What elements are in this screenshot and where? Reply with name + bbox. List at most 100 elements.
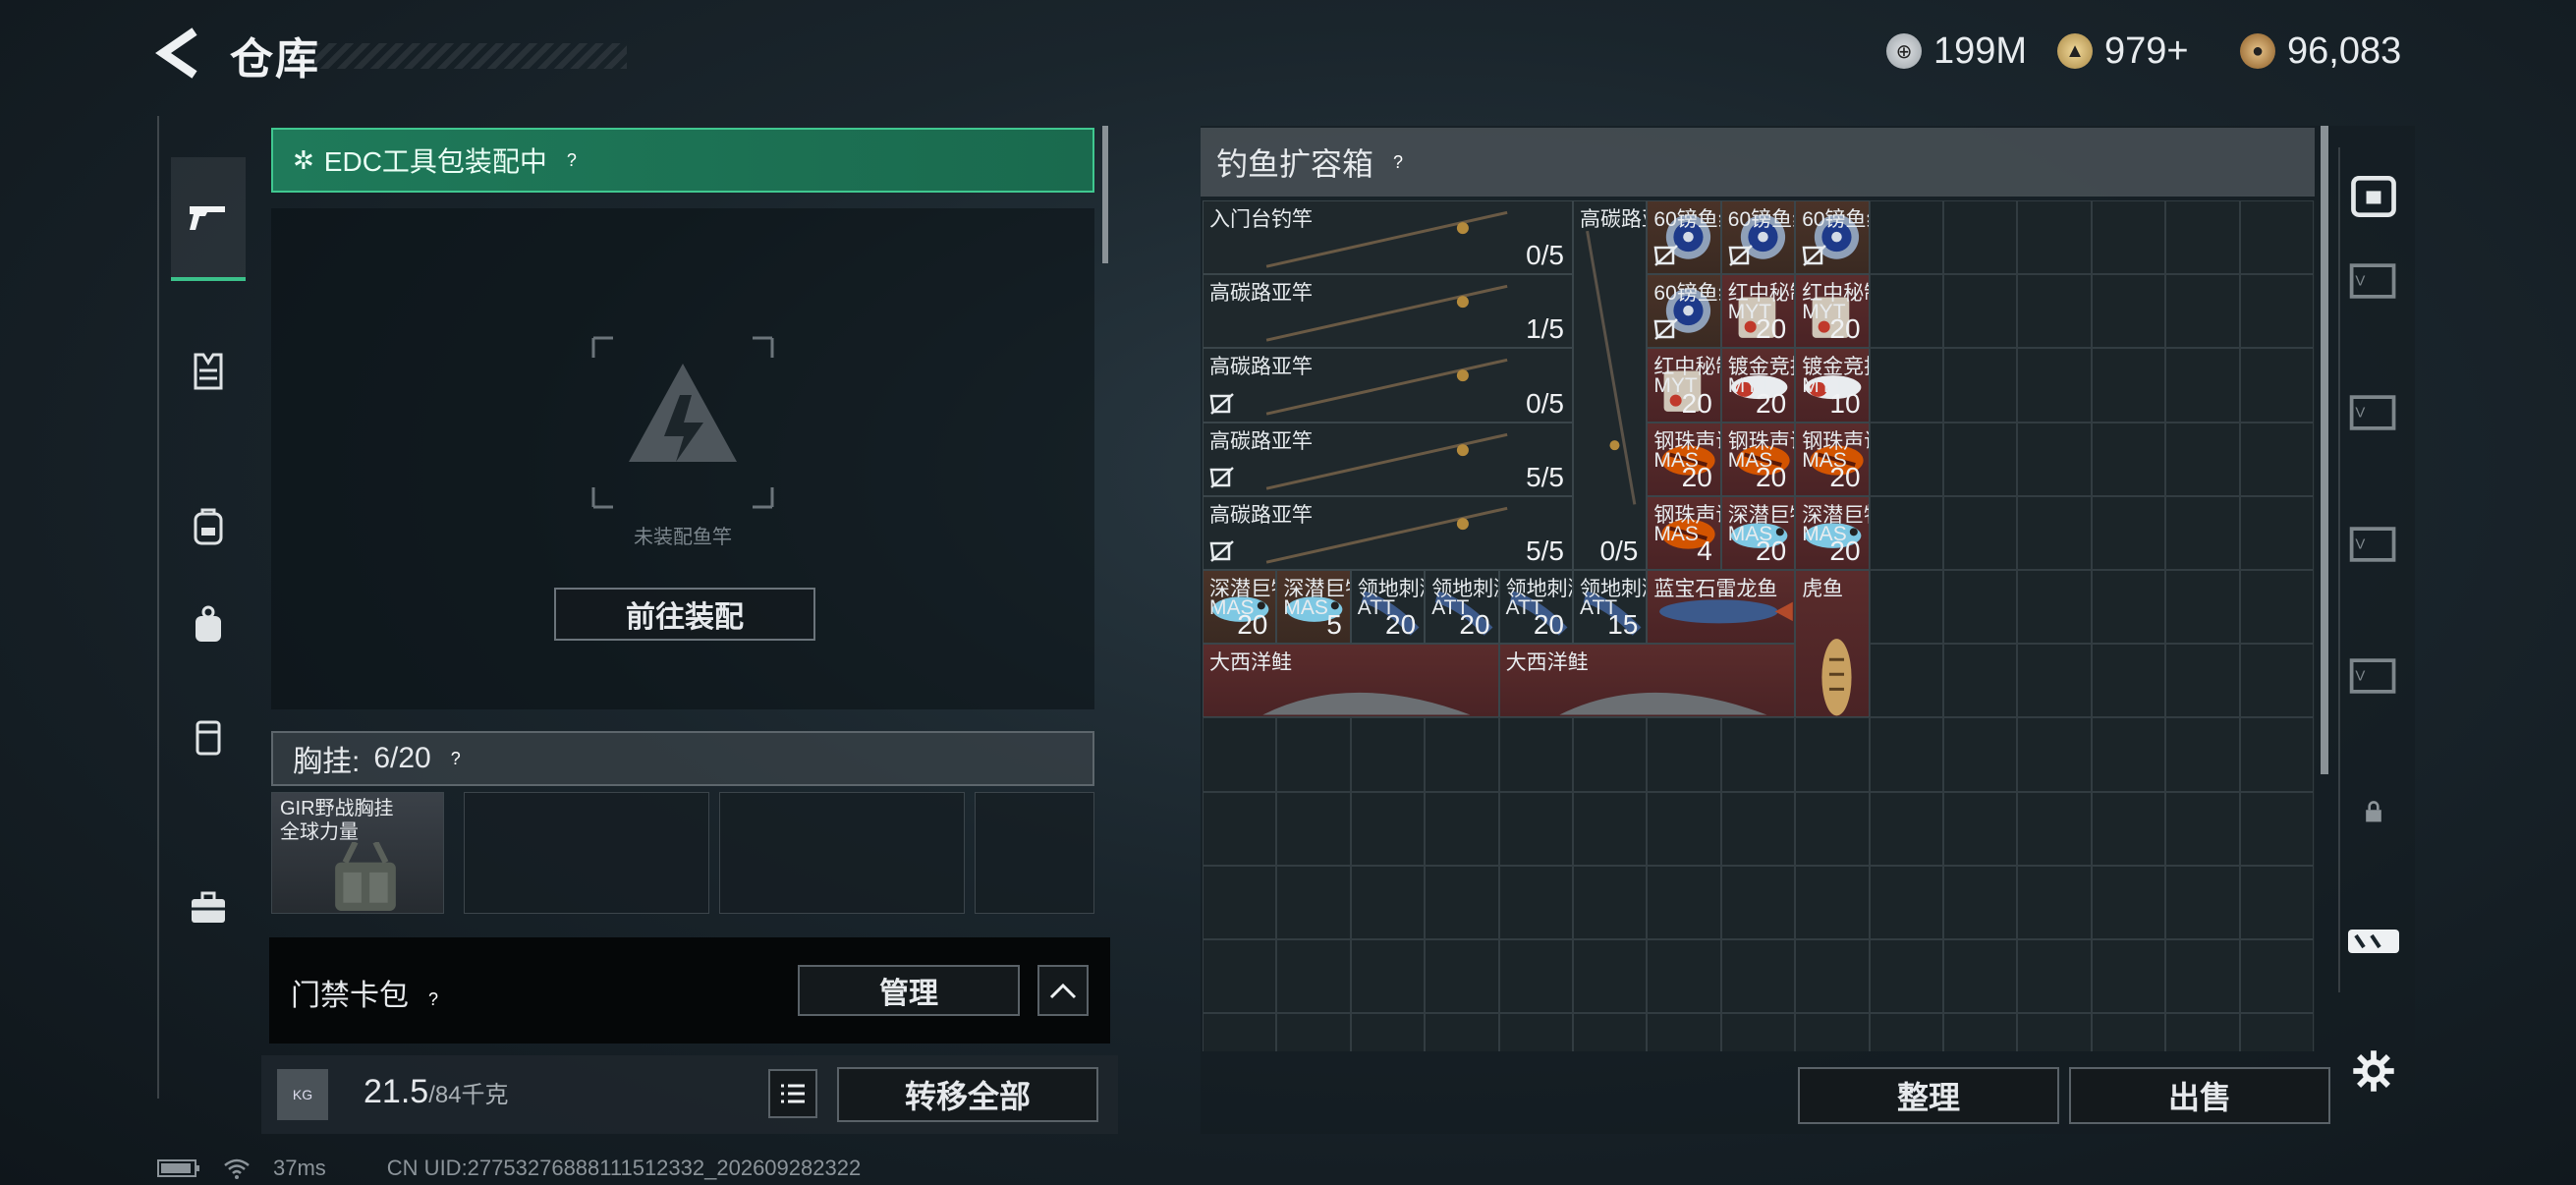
grid-cell[interactable] bbox=[1943, 422, 2018, 496]
grid-cell[interactable] bbox=[1425, 1013, 1499, 1051]
grid-cell[interactable] bbox=[1425, 939, 1499, 1014]
grid-cell[interactable] bbox=[1276, 1013, 1351, 1051]
grid-cell[interactable] bbox=[1795, 865, 1870, 939]
help-icon[interactable]: ? bbox=[443, 746, 469, 771]
grid-cell[interactable] bbox=[2091, 1013, 2166, 1051]
container-item-8[interactable]: 60镑鱼线 bbox=[1795, 200, 1870, 275]
grid-cell[interactable] bbox=[1573, 717, 1648, 792]
grid-cell[interactable] bbox=[1350, 939, 1426, 1014]
grid-cell[interactable] bbox=[1573, 1013, 1648, 1051]
container-item-14[interactable]: 镀金竞技...MYT10 bbox=[1795, 348, 1870, 423]
grid-cell[interactable] bbox=[1943, 865, 2018, 939]
container-item-9[interactable]: 60镑鱼线 bbox=[1647, 274, 1721, 349]
grid-cell[interactable] bbox=[1869, 865, 1943, 939]
grid-cell[interactable] bbox=[2239, 939, 2314, 1014]
grid-cell[interactable] bbox=[1869, 939, 1943, 1014]
container-item-24[interactable]: 领地刺激...ATT20 bbox=[1425, 570, 1499, 645]
container-item-19[interactable]: 深潜巨物...MAS20 bbox=[1720, 495, 1796, 570]
grid-cell[interactable] bbox=[1720, 791, 1796, 866]
grid-cell[interactable] bbox=[1795, 717, 1870, 792]
left-scrollbar[interactable] bbox=[1102, 126, 1108, 263]
nav-armor[interactable] bbox=[171, 334, 246, 409]
container-item-4[interactable]: 高碳路亚竿 5/5 bbox=[1203, 495, 1573, 570]
storage-tab-3-icon[interactable]: V bbox=[2344, 515, 2403, 574]
grid-cell[interactable] bbox=[1203, 717, 1277, 792]
help-icon[interactable]: ? bbox=[1385, 149, 1411, 175]
container-item-22[interactable]: 深潜巨物...MAS5 bbox=[1276, 570, 1351, 645]
container-item-0[interactable]: 入门台钓竿 0/5 bbox=[1203, 200, 1573, 275]
grid-cell[interactable] bbox=[1943, 791, 2018, 866]
grid-cell[interactable] bbox=[1276, 791, 1351, 866]
grid-cell[interactable] bbox=[2091, 422, 2166, 496]
chest-slot[interactable] bbox=[975, 792, 1094, 914]
container-item-7[interactable]: 60镑鱼线 bbox=[1720, 200, 1796, 275]
grid-cell[interactable] bbox=[2165, 274, 2240, 349]
grid-cell[interactable] bbox=[1573, 791, 1648, 866]
grid-cell[interactable] bbox=[1425, 865, 1499, 939]
nav-toolbox[interactable] bbox=[171, 871, 246, 945]
grid-cell[interactable] bbox=[2091, 570, 2166, 645]
container-item-2[interactable]: 高碳路亚竿 0/5 bbox=[1203, 348, 1573, 423]
manage-button[interactable]: 管理 bbox=[798, 965, 1020, 1016]
grid-cell[interactable] bbox=[2091, 791, 2166, 866]
transfer-all-button[interactable]: 转移全部 bbox=[837, 1067, 1098, 1122]
grid-cell[interactable] bbox=[1943, 200, 2018, 275]
grid-cell[interactable] bbox=[2091, 200, 2166, 275]
container-item-23[interactable]: 领地刺激...ATT20 bbox=[1350, 570, 1426, 645]
grid-cell[interactable] bbox=[1943, 348, 2018, 423]
grid-cell[interactable] bbox=[1573, 939, 1648, 1014]
grid-cell[interactable] bbox=[1276, 939, 1351, 1014]
grid-cell[interactable] bbox=[2017, 1013, 2092, 1051]
nav-case[interactable] bbox=[171, 700, 246, 774]
sell-button[interactable]: 出售 bbox=[2069, 1067, 2330, 1124]
grid-cell[interactable] bbox=[1425, 791, 1499, 866]
grid-cell[interactable] bbox=[2239, 791, 2314, 866]
grid-cell[interactable] bbox=[2165, 200, 2240, 275]
container-item-20[interactable]: 深潜巨物...MAS20 bbox=[1795, 495, 1870, 570]
grid-cell[interactable] bbox=[1720, 717, 1796, 792]
container-item-5[interactable]: 高碳路亚竿 0/5 bbox=[1573, 200, 1648, 570]
grid-cell[interactable] bbox=[2165, 865, 2240, 939]
container-item-18[interactable]: 钢珠声诱...MAS4 bbox=[1647, 495, 1721, 570]
storage-tab-1-icon[interactable]: V bbox=[2344, 252, 2403, 310]
grid-cell[interactable] bbox=[2017, 644, 2092, 718]
grid-cell[interactable] bbox=[2017, 422, 2092, 496]
storage-tab-4-icon[interactable]: V bbox=[2344, 647, 2403, 705]
container-item-26[interactable]: 领地刺激...ATT15 bbox=[1573, 570, 1648, 645]
grid-cell[interactable] bbox=[2017, 495, 2092, 570]
grid-cell[interactable] bbox=[1647, 791, 1721, 866]
grid-cell[interactable] bbox=[2165, 939, 2240, 1014]
grid-cell[interactable] bbox=[1720, 1013, 1796, 1051]
grid-cell[interactable] bbox=[2017, 791, 2092, 866]
grid-cell[interactable] bbox=[2165, 422, 2240, 496]
container-item-11[interactable]: 红中秘制饵MYT20 bbox=[1795, 274, 1870, 349]
container-item-6[interactable]: 60镑鱼线 bbox=[1647, 200, 1721, 275]
grid-cell[interactable] bbox=[1943, 570, 2018, 645]
grid-cell[interactable] bbox=[1869, 644, 1943, 718]
edc-banner[interactable]: ✲ EDC工具包装配中 ? bbox=[271, 128, 1094, 193]
chest-slot[interactable] bbox=[464, 792, 709, 914]
grid-cell[interactable] bbox=[1943, 495, 2018, 570]
grid-cell[interactable] bbox=[1573, 865, 1648, 939]
grid-cell[interactable] bbox=[1350, 865, 1426, 939]
grid-cell[interactable] bbox=[1869, 422, 1943, 496]
grid-cell[interactable] bbox=[2239, 422, 2314, 496]
grid-cell[interactable] bbox=[1869, 200, 1943, 275]
grid-cell[interactable] bbox=[2165, 717, 2240, 792]
grid-cell[interactable] bbox=[1647, 717, 1721, 792]
grid-cell[interactable] bbox=[2091, 939, 2166, 1014]
grid-cell[interactable] bbox=[1350, 1013, 1426, 1051]
grid-cell[interactable] bbox=[2017, 570, 2092, 645]
list-view-button[interactable] bbox=[768, 1069, 817, 1118]
back-icon[interactable] bbox=[155, 26, 204, 81]
nav-backpack[interactable] bbox=[171, 489, 246, 564]
grid-cell[interactable] bbox=[2017, 865, 2092, 939]
sort-button[interactable]: 整理 bbox=[1798, 1067, 2059, 1124]
grid-cell[interactable] bbox=[1943, 939, 2018, 1014]
grid-cell[interactable] bbox=[2239, 348, 2314, 423]
grid-cell[interactable] bbox=[1498, 1013, 1573, 1051]
grid-cell[interactable] bbox=[2017, 939, 2092, 1014]
grid-cell[interactable] bbox=[1350, 791, 1426, 866]
grid-cell[interactable] bbox=[1350, 717, 1426, 792]
container-item-1[interactable]: 高碳路亚竿 1/5 bbox=[1203, 274, 1573, 349]
